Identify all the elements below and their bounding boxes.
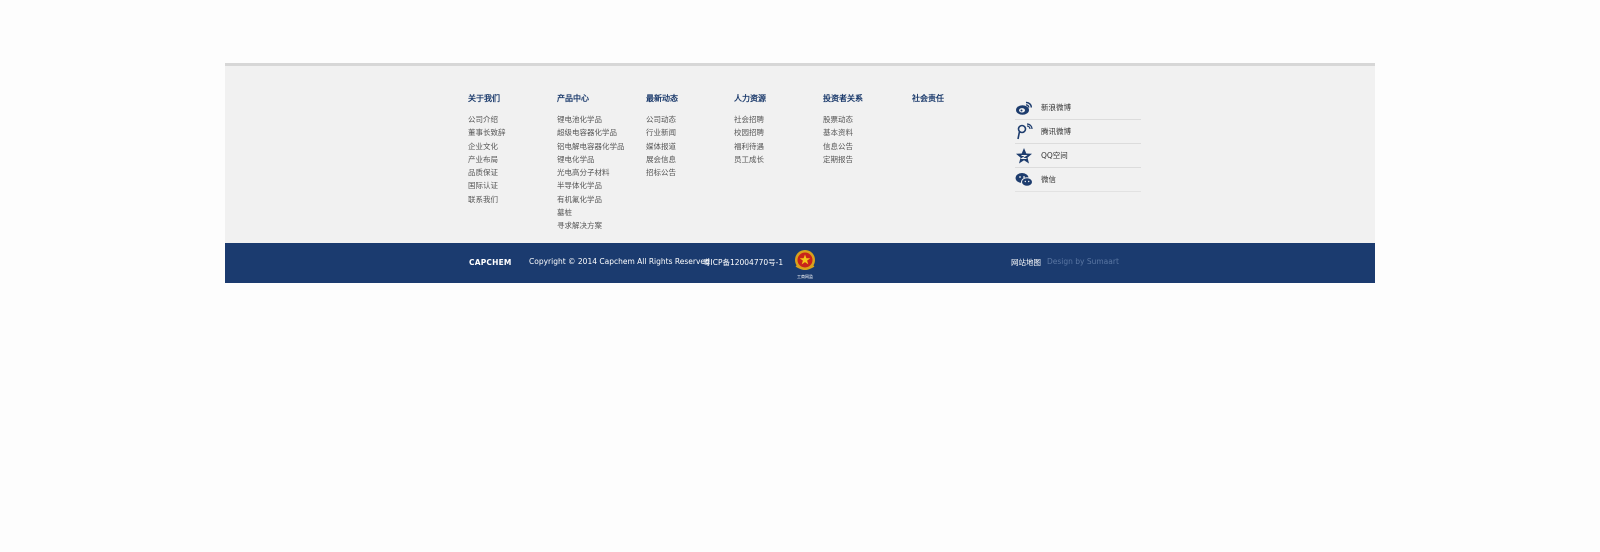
social-link-tencent-weibo[interactable]: 腾讯微博 xyxy=(1015,120,1141,144)
social-label: 新浪微博 xyxy=(1041,103,1071,112)
nav-link[interactable]: 超级电容器化学品 xyxy=(557,126,625,139)
nav-link[interactable]: 铝电解电容器化学品 xyxy=(557,140,625,153)
nav-title-news[interactable]: 最新动态 xyxy=(646,92,678,105)
social-link-weibo[interactable]: 新浪微博 xyxy=(1015,96,1141,120)
nav-link[interactable]: 基本资料 xyxy=(823,126,863,139)
nav-link[interactable]: 社会招聘 xyxy=(734,113,766,126)
social-link-wechat[interactable]: 微信 xyxy=(1015,168,1141,192)
nav-column-products: 产品中心 锂电池化学品 超级电容器化学品 铝电解电容器化学品 锂电化学品 光电高… xyxy=(557,92,625,233)
nav-link[interactable]: 公司介绍 xyxy=(468,113,506,126)
nav-column-about: 关于我们 公司介绍 董事长致辞 企业文化 产业布局 品质保证 国际认证 联系我们 xyxy=(468,92,506,206)
nav-link[interactable]: 股票动态 xyxy=(823,113,863,126)
nav-title-investors[interactable]: 投资者关系 xyxy=(823,92,863,105)
nav-link[interactable]: 墓桩 xyxy=(557,206,625,219)
design-credit-link[interactable]: Design by Sumaart xyxy=(1047,257,1119,266)
nav-link[interactable]: 企业文化 xyxy=(468,140,506,153)
nav-link[interactable]: 福利待遇 xyxy=(734,140,766,153)
nav-title-products[interactable]: 产品中心 xyxy=(557,92,625,105)
footer-nav-area: 关于我们 公司介绍 董事长致辞 企业文化 产业布局 品质保证 国际认证 联系我们… xyxy=(225,63,1375,243)
social-links: 新浪微博 腾讯微博 QQ空间 微信 xyxy=(1015,96,1141,192)
nav-link[interactable]: 国际认证 xyxy=(468,179,506,192)
nav-link[interactable]: 产业布局 xyxy=(468,153,506,166)
tencent-weibo-icon xyxy=(1015,122,1033,141)
sitemap-link[interactable]: 网站地图 xyxy=(1011,257,1041,268)
nav-link[interactable]: 有机氟化学品 xyxy=(557,193,625,206)
nav-link[interactable]: 锂电池化学品 xyxy=(557,113,625,126)
nav-column-social-responsibility: 社会责任 xyxy=(912,92,944,113)
nav-link[interactable]: 员工成长 xyxy=(734,153,766,166)
nav-link[interactable]: 光电高分子材料 xyxy=(557,166,625,179)
nav-title-hr[interactable]: 人力资源 xyxy=(734,92,766,105)
icp-license-link[interactable]: 粤ICP备12004770号-1 xyxy=(703,257,783,268)
capchem-logo: CAPCHEM xyxy=(469,258,512,267)
nav-link[interactable]: 董事长致辞 xyxy=(468,126,506,139)
nav-link[interactable]: 品质保证 xyxy=(468,166,506,179)
nav-link[interactable]: 公司动态 xyxy=(646,113,678,126)
nav-link[interactable]: 半导体化学品 xyxy=(557,179,625,192)
badge-caption: 工商网监 xyxy=(797,274,813,279)
nav-link[interactable]: 定期报告 xyxy=(823,153,863,166)
copyright-text: Copyright © 2014 Capchem All Rights Rese… xyxy=(529,257,710,266)
social-label: 微信 xyxy=(1041,175,1056,184)
nav-link[interactable]: 招标公告 xyxy=(646,166,678,179)
nav-link[interactable]: 媒体报道 xyxy=(646,140,678,153)
nav-column-hr: 人力资源 社会招聘 校园招聘 福利待遇 员工成长 xyxy=(734,92,766,166)
nav-link[interactable]: 联系我们 xyxy=(468,193,506,206)
nav-link[interactable]: 校园招聘 xyxy=(734,126,766,139)
weibo-icon xyxy=(1015,99,1033,117)
nav-link[interactable]: 信息公告 xyxy=(823,140,863,153)
nav-title-about[interactable]: 关于我们 xyxy=(468,92,506,105)
qzone-icon xyxy=(1015,147,1033,165)
nav-link[interactable]: 寻求解决方案 xyxy=(557,219,625,232)
social-link-qzone[interactable]: QQ空间 xyxy=(1015,144,1141,168)
nav-column-news: 最新动态 公司动态 行业新闻 媒体报道 展会信息 招标公告 xyxy=(646,92,678,179)
nav-link[interactable]: 展会信息 xyxy=(646,153,678,166)
footer: 关于我们 公司介绍 董事长致辞 企业文化 产业布局 品质保证 国际认证 联系我们… xyxy=(225,63,1375,283)
social-label: 腾讯微博 xyxy=(1041,127,1071,136)
footer-bottom-bar: CAPCHEM Copyright © 2014 Capchem All Rig… xyxy=(225,243,1375,283)
nav-column-investors: 投资者关系 股票动态 基本资料 信息公告 定期报告 xyxy=(823,92,863,166)
social-label: QQ空间 xyxy=(1041,151,1068,160)
nav-link[interactable]: 锂电化学品 xyxy=(557,153,625,166)
wechat-icon xyxy=(1015,171,1033,189)
business-license-badge[interactable]: 工商网监 xyxy=(793,248,817,280)
nav-link[interactable]: 行业新闻 xyxy=(646,126,678,139)
nav-title-social-responsibility[interactable]: 社会责任 xyxy=(912,92,944,105)
